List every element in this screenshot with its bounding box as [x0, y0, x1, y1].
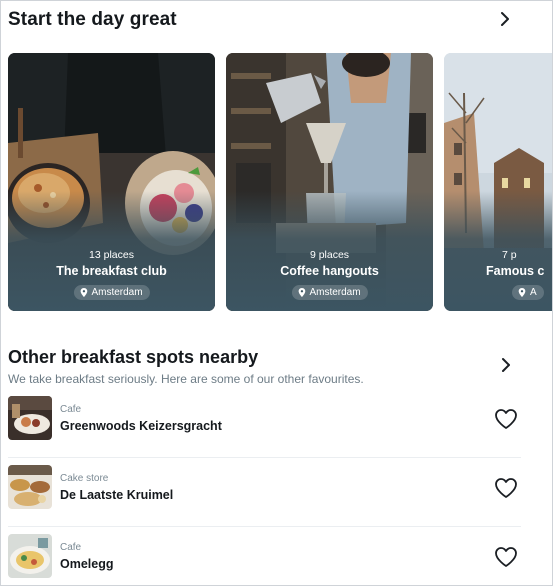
favorite-button[interactable] — [493, 407, 519, 431]
place-thumbnail — [8, 534, 52, 578]
place-photo — [8, 396, 52, 440]
heart-outline-icon — [495, 547, 517, 567]
featured-section-header: Start the day great — [8, 7, 552, 35]
list-item[interactable]: Cafe Greenwoods Keizersgracht — [8, 389, 521, 458]
card-location-label: Amsterdam — [91, 287, 143, 298]
nearby-see-all-button[interactable] — [495, 354, 517, 376]
heart-outline-icon — [495, 478, 517, 498]
card-place-count: 7 p — [502, 249, 517, 261]
card-location-chip: Amsterdam — [73, 285, 150, 300]
list-item[interactable]: Cafe Omelegg — [8, 527, 521, 585]
nearby-section-title: Other breakfast spots nearby — [8, 347, 259, 367]
card-title: Coffee hangouts — [280, 264, 379, 278]
heart-outline-icon — [495, 409, 517, 429]
favorite-button[interactable] — [493, 545, 519, 569]
card-title: The breakfast club — [56, 264, 167, 278]
card-location-chip: Amsterdam — [291, 285, 368, 300]
place-name: Greenwoods Keizersgracht — [60, 419, 222, 433]
card-place-count: 9 places — [309, 249, 350, 261]
featured-card-famous[interactable]: 7 p Famous c A — [444, 53, 552, 311]
card-location-label: A — [530, 287, 537, 298]
nearby-list: Cafe Greenwoods Keizersgracht Cake store… — [8, 389, 521, 585]
place-photo — [8, 534, 52, 578]
card-place-count: 13 places — [89, 249, 134, 261]
place-thumbnail — [8, 396, 52, 440]
card-location-label: Amsterdam — [309, 287, 361, 298]
place-category: Cafe — [60, 404, 82, 415]
featured-see-all-button[interactable] — [494, 8, 516, 30]
place-thumbnail — [8, 465, 52, 509]
place-name: Omelegg — [60, 557, 114, 571]
chevron-right-icon — [501, 12, 509, 26]
nearby-section-subtitle: We take breakfast seriously. Here are so… — [8, 372, 364, 386]
place-category: Cafe — [60, 542, 82, 553]
list-item[interactable]: Cake store De Laatste Kruimel — [8, 458, 521, 527]
place-category: Cake store — [60, 473, 109, 484]
app-frame: Start the day great 13 places The breakf… — [0, 0, 553, 586]
featured-card-breakfast-club[interactable]: 13 places The breakfast club Amsterdam — [8, 53, 215, 311]
card-location-chip: A — [512, 285, 544, 300]
featured-carousel[interactable]: 13 places The breakfast club Amsterdam 9… — [8, 53, 552, 312]
map-pin-icon — [298, 288, 305, 297]
favorite-button[interactable] — [493, 476, 519, 500]
featured-card-coffee-hangouts[interactable]: 9 places Coffee hangouts Amsterdam — [226, 53, 433, 311]
map-pin-icon — [80, 288, 87, 297]
card-title: Famous c — [486, 264, 545, 278]
place-photo — [8, 465, 52, 509]
map-pin-icon — [518, 288, 526, 297]
place-name: De Laatste Kruimel — [60, 488, 174, 502]
featured-section-title: Start the day great — [8, 9, 177, 30]
chevron-right-icon — [502, 358, 510, 372]
